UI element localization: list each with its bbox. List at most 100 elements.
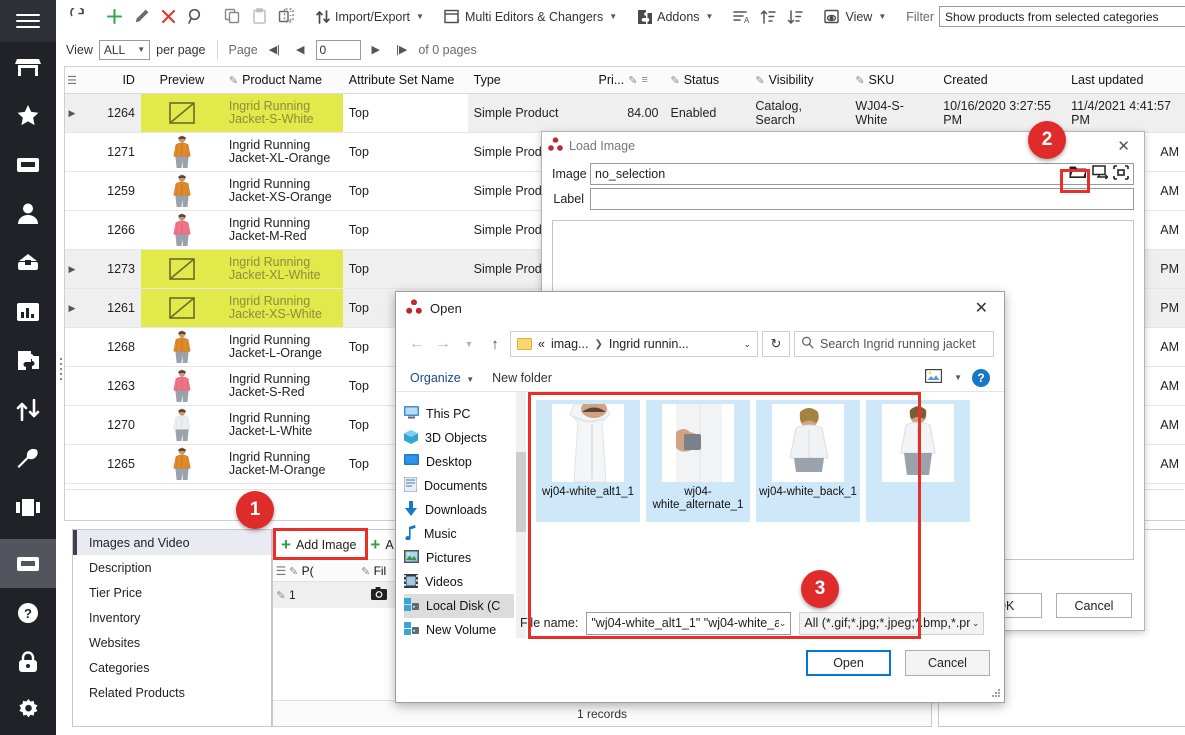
copy-button[interactable] — [219, 3, 246, 31]
column-menu-icon[interactable]: ☰ — [273, 564, 289, 578]
column-menu-icon[interactable]: ☰ — [65, 67, 79, 94]
open-button[interactable]: Open — [806, 650, 891, 676]
add-button[interactable] — [101, 3, 128, 31]
archive-icon[interactable] — [0, 539, 56, 588]
first-page-button[interactable]: ◀| — [264, 43, 285, 56]
cell-preview[interactable] — [141, 211, 223, 249]
column-attribute-set[interactable]: Attribute Set Name — [343, 67, 468, 94]
label-input[interactable] — [590, 188, 1134, 210]
chevron-down-icon[interactable]: ⌄ — [972, 618, 980, 629]
cell-product-name[interactable]: Ingrid RunningJacket-XL-White — [223, 250, 343, 288]
multi-editors-menu[interactable]: Multi Editors & Changers ▼ — [439, 3, 622, 31]
open-folder-icon[interactable] — [1069, 165, 1087, 183]
row-expander[interactable]: ▶ — [65, 289, 79, 327]
row-expander[interactable]: ▶ — [65, 250, 79, 288]
recent-chevron-icon[interactable]: ▼ — [458, 339, 480, 349]
filter-select[interactable]: Show products from selected categories ▼ — [939, 6, 1185, 27]
nav-item-3d-objects[interactable]: 3D Objects — [404, 426, 514, 450]
user-icon[interactable] — [0, 189, 56, 238]
load-from-screen-icon[interactable] — [1092, 165, 1108, 183]
addons-menu[interactable]: Addons ▼ — [632, 3, 718, 31]
sort-descending-button[interactable] — [782, 3, 809, 31]
scrollbar-thumb[interactable] — [516, 452, 526, 532]
new-folder-button[interactable]: New folder — [492, 371, 552, 385]
up-icon[interactable]: ↑ — [484, 336, 506, 353]
edit-button[interactable] — [128, 3, 155, 31]
chevron-down-icon[interactable]: ⌄ — [779, 618, 787, 629]
cell-product-name[interactable]: Ingrid RunningJacket-S-Red — [223, 367, 343, 405]
file-name-input[interactable]: "wj04-white_alt1_1" "wj04-white_a ⌄ — [586, 612, 791, 635]
cell-attribute-set[interactable]: Top — [343, 133, 468, 171]
row-expander[interactable] — [65, 367, 79, 405]
tab-tier-price[interactable]: Tier Price — [73, 580, 271, 605]
row-expander[interactable] — [65, 328, 79, 366]
column-position[interactable]: ✎ P( — [289, 564, 361, 578]
column-id[interactable]: ID — [79, 67, 141, 94]
cell-price[interactable]: 84.00 — [593, 94, 665, 132]
refresh-icon[interactable]: ↻ — [762, 331, 790, 357]
cell-product-name[interactable]: Ingrid RunningJacket-XS-White — [223, 289, 343, 327]
wrench-icon[interactable] — [0, 434, 56, 483]
store-icon[interactable] — [0, 42, 56, 91]
row-expander[interactable]: ▶ — [65, 94, 79, 132]
file-list-scrollbar[interactable] — [514, 392, 528, 638]
cell-product-name[interactable]: Ingrid RunningJacket-L-White — [223, 406, 343, 444]
cell-status[interactable]: Enabled — [664, 94, 749, 132]
forward-icon[interactable]: → — [432, 335, 454, 353]
cancel-button[interactable]: Cancel — [1056, 593, 1132, 618]
breadcrumb[interactable]: « imag... ❯ Ingrid runnin... ⌄ — [510, 331, 758, 357]
last-page-button[interactable]: |▶ — [391, 43, 412, 56]
tab-websites[interactable]: Websites — [73, 630, 271, 655]
row-expander[interactable] — [65, 211, 79, 249]
tab-categories[interactable]: Categories — [73, 655, 271, 680]
column-sku[interactable]: ✎SKU — [849, 67, 937, 94]
cell-preview[interactable] — [141, 328, 223, 366]
help-icon[interactable]: ? — [0, 588, 56, 637]
sort-ascending-button[interactable] — [755, 3, 782, 31]
cell-product-name[interactable]: Ingrid RunningJacket-XL-Orange — [223, 133, 343, 171]
cell-preview[interactable] — [141, 94, 223, 132]
basket-icon[interactable] — [0, 238, 56, 287]
close-icon[interactable]: ✕ — [1109, 137, 1138, 155]
cell-attribute-set[interactable]: Top — [343, 94, 468, 132]
cell-attribute-set[interactable]: Top — [343, 211, 468, 249]
delete-button[interactable] — [155, 3, 182, 31]
search-button[interactable] — [182, 3, 209, 31]
file-item[interactable]: wj04-white_back_1 — [756, 400, 860, 522]
per-page-select[interactable]: ALL ▼ — [99, 40, 150, 60]
back-icon[interactable]: ← — [406, 335, 428, 353]
cell-preview[interactable] — [141, 406, 223, 444]
duplicate-button[interactable] — [273, 3, 300, 31]
star-icon[interactable] — [0, 91, 56, 140]
resize-grip[interactable] — [991, 689, 1001, 699]
column-last-updated[interactable]: Last updated — [1065, 67, 1185, 94]
cell-product-name[interactable]: Ingrid RunningJacket-M-Orange — [223, 445, 343, 483]
search-input[interactable]: Search Ingrid running jacket — [794, 331, 994, 357]
close-icon[interactable]: ✕ — [969, 298, 994, 318]
cancel-button[interactable]: Cancel — [905, 650, 990, 676]
prev-page-button[interactable]: ◀ — [291, 43, 309, 56]
column-status[interactable]: ✎Status — [664, 67, 749, 94]
cell-product-name[interactable]: Ingrid RunningJacket-S-White — [223, 94, 343, 132]
cell-preview[interactable] — [141, 133, 223, 171]
column-price[interactable]: Pri...✎≡ — [593, 67, 665, 94]
add-image-button[interactable]: + Add Image — [281, 536, 356, 553]
page-number-input[interactable]: 0 — [316, 40, 361, 60]
cell-attribute-set[interactable]: Top — [343, 172, 468, 210]
nav-item-music[interactable]: Music — [404, 522, 514, 546]
inbox-icon[interactable] — [0, 140, 56, 189]
file-item[interactable]: wj04-white_alternate_1 — [646, 400, 750, 522]
cell-preview[interactable] — [141, 367, 223, 405]
file-item[interactable] — [866, 400, 970, 522]
organize-menu[interactable]: Organize ▼ — [410, 371, 474, 385]
help-icon[interactable]: ? — [972, 369, 990, 387]
view-mode-icon[interactable] — [925, 369, 942, 386]
columns-icon[interactable] — [0, 483, 56, 532]
file-item[interactable]: wj04-white_alt1_1 — [536, 400, 640, 522]
nav-item-downloads[interactable]: Downloads — [404, 498, 514, 522]
row-expander[interactable] — [65, 445, 79, 483]
paste-button[interactable] — [246, 3, 273, 31]
cell-sku[interactable]: WJ04-S-White — [849, 94, 937, 132]
refresh-button[interactable] — [64, 3, 91, 31]
tab-inventory[interactable]: Inventory — [73, 605, 271, 630]
